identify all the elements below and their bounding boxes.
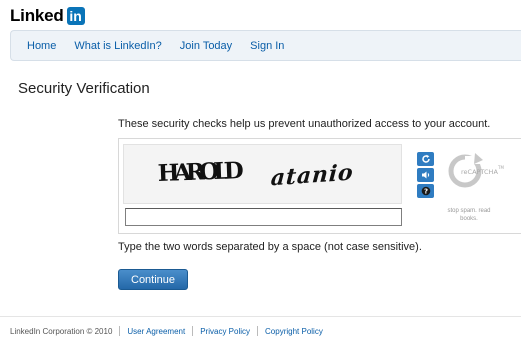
intro-text: These security checks help us prevent un… bbox=[118, 118, 491, 130]
recaptcha-brand: reCAPTCHA bbox=[461, 168, 498, 176]
captcha-image: HAROLD atanio bbox=[123, 144, 402, 204]
captcha-response-input[interactable] bbox=[125, 208, 402, 226]
footer-divider bbox=[0, 316, 521, 317]
footer-link-user-agreement[interactable]: User Agreement bbox=[127, 327, 185, 336]
nav-sign-in[interactable]: Sign In bbox=[250, 40, 284, 52]
continue-button[interactable]: Continue bbox=[118, 269, 189, 290]
audio-icon bbox=[421, 171, 429, 179]
logo-badge: in bbox=[66, 7, 85, 25]
captcha-widget: HAROLD atanio ? reCAPTCHA TM stop spam. … bbox=[118, 138, 521, 234]
svg-text:?: ? bbox=[423, 188, 427, 196]
captcha-word-2: atanio bbox=[270, 160, 354, 192]
footer-separator bbox=[119, 326, 121, 336]
nav-join-today[interactable]: Join Today bbox=[180, 40, 232, 52]
captcha-word-1: HAROLD bbox=[157, 157, 244, 187]
linkedin-logo[interactable]: Linked in bbox=[10, 6, 85, 26]
help-icon: ? bbox=[421, 186, 430, 196]
recaptcha-logo-icon: reCAPTCHA TM bbox=[448, 153, 504, 188]
footer-copyright: LinkedIn Corporation © 2010 bbox=[10, 326, 113, 336]
footer-separator bbox=[192, 326, 194, 336]
logo-text: Linked bbox=[10, 6, 64, 25]
audio-captcha-button[interactable] bbox=[417, 168, 434, 182]
footer: LinkedIn Corporation © 2010 User Agreeme… bbox=[10, 326, 323, 336]
footer-separator bbox=[257, 326, 259, 336]
help-captcha-button[interactable]: ? bbox=[417, 184, 434, 198]
page-title: Security Verification bbox=[18, 80, 150, 97]
refresh-captcha-button[interactable] bbox=[417, 152, 434, 166]
captcha-instructions: Type the two words separated by a space … bbox=[118, 241, 422, 253]
footer-link-privacy-policy[interactable]: Privacy Policy bbox=[200, 327, 250, 336]
captcha-controls: ? bbox=[417, 152, 434, 198]
nav-what-is-linkedin[interactable]: What is LinkedIn? bbox=[74, 40, 161, 52]
refresh-icon bbox=[421, 154, 430, 163]
recaptcha-trademark: TM bbox=[497, 165, 504, 170]
footer-link-copyright-policy[interactable]: Copyright Policy bbox=[265, 327, 323, 336]
nav-home[interactable]: Home bbox=[27, 40, 56, 52]
recaptcha-tagline: stop spam. read books. bbox=[447, 208, 491, 222]
top-nav: Home What is LinkedIn? Join Today Sign I… bbox=[10, 30, 521, 61]
